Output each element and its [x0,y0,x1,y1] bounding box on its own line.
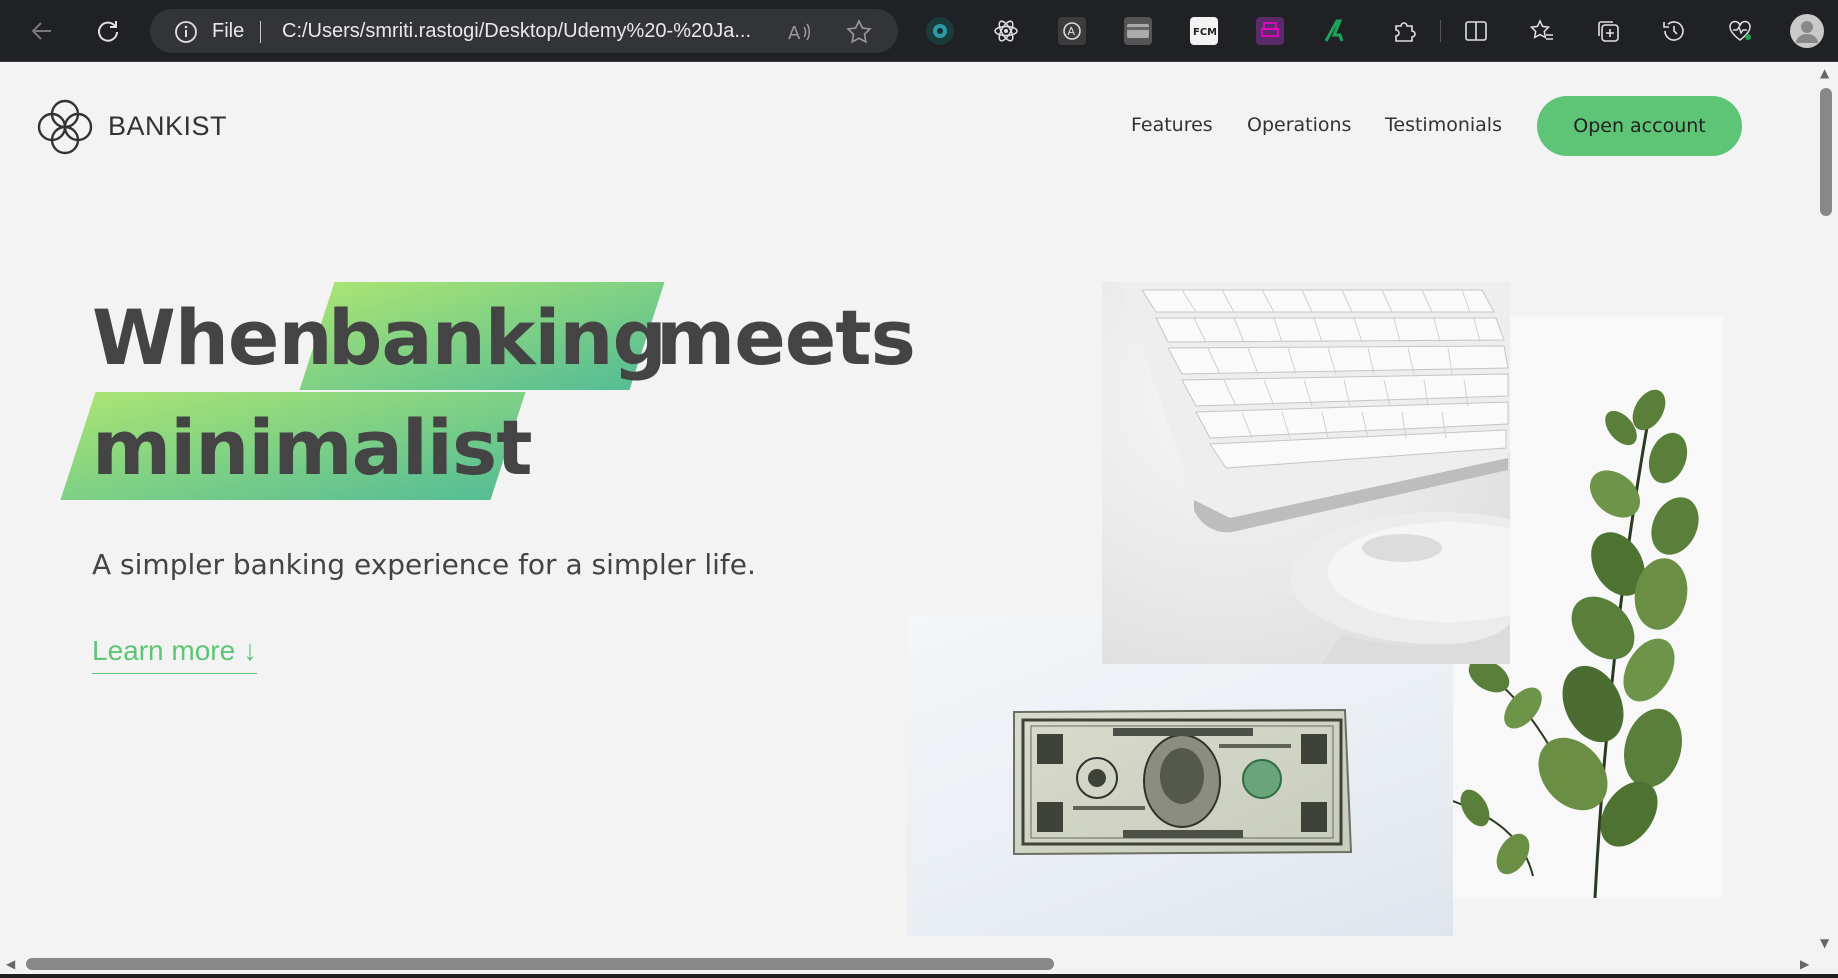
scroll-left-arrow-icon[interactable]: ◀ [6,957,15,971]
url-scheme-label: File [212,20,245,42]
scroll-right-arrow-icon[interactable]: ▶ [1800,957,1809,971]
scroll-up-arrow-icon[interactable]: ▲ [1820,66,1829,80]
url-text[interactable]: C:/Users/smriti.rastogi/Desktop/Udemy%20… [282,20,751,43]
dollar-bill-image [907,616,1453,936]
learn-more-link[interactable]: Learn more ↓ [92,635,257,674]
health-icon[interactable] [1726,17,1754,45]
extension-circle-a-icon[interactable]: A [1058,17,1086,45]
svg-text:FCM: FCM [1193,27,1216,38]
hero-title-word-highlight: minimalist [92,403,533,492]
hero-title-word: When [92,293,333,382]
svg-text:A: A [1068,25,1076,38]
puzzle-icon[interactable] [1390,17,1418,45]
extension-fcm-icon[interactable]: FCM [1190,17,1218,45]
vertical-scroll-thumb[interactable] [1820,88,1832,216]
scroll-down-arrow-icon[interactable]: ▼ [1820,936,1829,950]
url-separator [260,21,261,43]
react-atom-icon[interactable] [992,17,1020,45]
nav-link-operations[interactable]: Operations [1247,114,1351,136]
toolbar-separator [1440,20,1441,42]
favorites-icon[interactable] [1528,17,1556,45]
svg-text:A: A [788,23,801,44]
history-icon[interactable] [1660,17,1688,45]
page-viewport: BANKIST Features Operations Testimonials… [0,62,1814,954]
extension-gear-icon[interactable] [926,17,954,45]
hero-title-word-highlight: banking [328,293,667,382]
extension-card-icon[interactable] [1124,17,1152,45]
dollar-bill-illustration [1013,708,1353,856]
info-icon[interactable] [174,20,198,48]
hero-subtitle: A simpler banking experience for a simpl… [92,548,756,581]
read-aloud-icon[interactable]: A [786,19,812,49]
split-screen-icon[interactable] [1462,17,1490,45]
extension-printer-icon[interactable] [1256,17,1284,45]
back-icon[interactable] [22,11,62,51]
nav-link-features[interactable]: Features [1131,114,1213,136]
favorite-star-icon[interactable] [846,19,872,49]
address-bar[interactable]: File C:/Users/smriti.rastogi/Desktop/Ude… [150,9,898,53]
window-bottom-edge [0,974,1838,978]
hero-title-word: meets [656,293,916,382]
brand-name[interactable]: BANKIST [108,111,227,142]
nav-link-testimonials[interactable]: Testimonials [1385,114,1502,136]
collections-icon[interactable] [1594,17,1622,45]
horizontal-scroll-thumb[interactable] [26,958,1054,970]
bankist-logo-icon[interactable] [36,98,94,156]
extension-green-a-icon[interactable] [1322,17,1350,45]
refresh-icon[interactable] [88,11,128,51]
profile-avatar-icon[interactable] [1790,14,1824,48]
open-account-button[interactable]: Open account [1537,96,1742,156]
keyboard-mouse-illustration [1120,282,1510,664]
keyboard-image [1102,282,1510,664]
